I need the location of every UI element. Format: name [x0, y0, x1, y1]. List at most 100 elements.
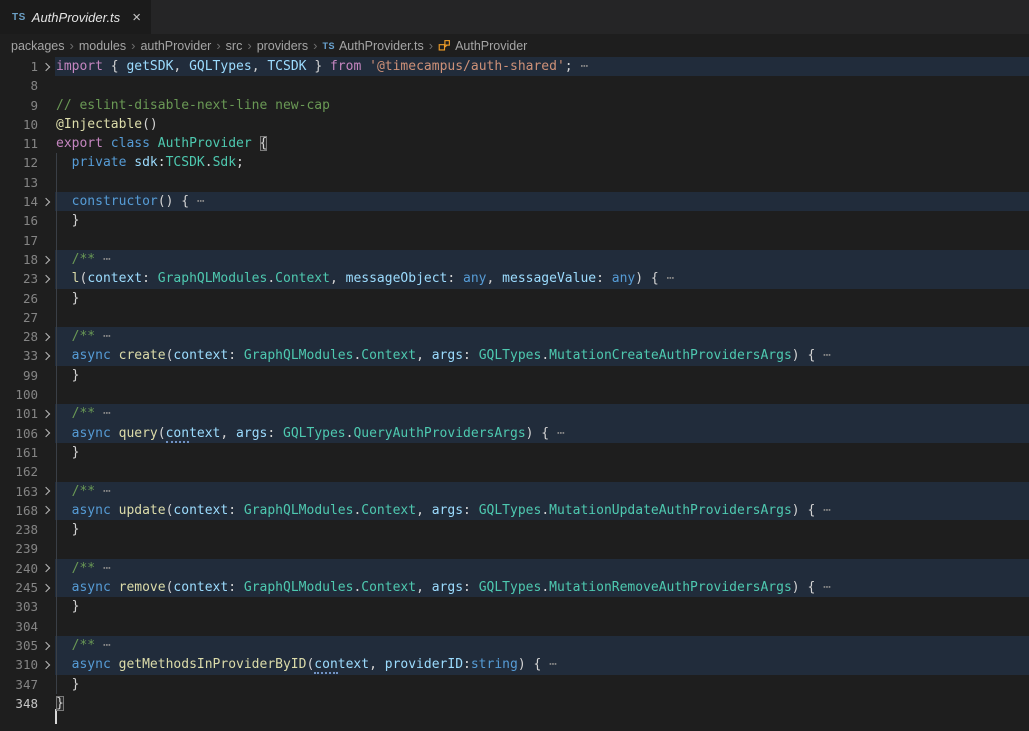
code-text[interactable]: async getMethodsInProviderByID(context, …: [55, 655, 1029, 674]
code-text[interactable]: [55, 539, 1029, 558]
code-line-11[interactable]: 11 export class AuthProvider {: [0, 134, 1029, 153]
line-number[interactable]: 239: [0, 539, 38, 558]
line-number[interactable]: 245: [0, 578, 38, 597]
code-line-303[interactable]: 303 }: [0, 597, 1029, 616]
line-number[interactable]: 310: [0, 655, 38, 674]
code-text[interactable]: constructor() { ⋯: [55, 192, 1029, 211]
code-line-168[interactable]: 168 async update(context: GraphQLModules…: [0, 501, 1029, 520]
code-line-16[interactable]: 16 }: [0, 211, 1029, 230]
breadcrumb-item-packages[interactable]: packages: [11, 39, 65, 53]
line-number[interactable]: 16: [0, 211, 38, 230]
code-line-26[interactable]: 26 }: [0, 289, 1029, 308]
fold-chevron-icon[interactable]: [38, 501, 55, 520]
code-text[interactable]: }: [55, 597, 1029, 616]
code-text[interactable]: /** ⋯: [55, 327, 1029, 346]
line-number[interactable]: 26: [0, 289, 38, 308]
code-line-161[interactable]: 161 }: [0, 443, 1029, 462]
code-text[interactable]: [55, 173, 1029, 192]
code-line-245[interactable]: 245 async remove(context: GraphQLModules…: [0, 578, 1029, 597]
code-line-238[interactable]: 238 }: [0, 520, 1029, 539]
code-text[interactable]: // eslint-disable-next-line new-cap: [55, 96, 1029, 115]
code-text[interactable]: /** ⋯: [55, 250, 1029, 269]
breadcrumb-item-providers[interactable]: providers: [257, 39, 308, 53]
line-number[interactable]: 162: [0, 462, 38, 481]
code-text[interactable]: l(context: GraphQLModules.Context, messa…: [55, 269, 1029, 288]
fold-chevron-icon[interactable]: [38, 482, 55, 501]
line-number[interactable]: 23: [0, 269, 38, 288]
code-text[interactable]: }: [55, 289, 1029, 308]
tab-close-icon[interactable]: ×: [132, 10, 141, 25]
fold-chevron-icon[interactable]: [38, 57, 55, 76]
code-text[interactable]: async query(context, args: GQLTypes.Quer…: [55, 424, 1029, 443]
code-text[interactable]: private sdk:TCSDK.Sdk;: [55, 153, 1029, 172]
code-text[interactable]: [55, 462, 1029, 481]
line-number[interactable]: 240: [0, 559, 38, 578]
code-line-17[interactable]: 17: [0, 231, 1029, 250]
fold-chevron-icon[interactable]: [38, 578, 55, 597]
line-number[interactable]: 27: [0, 308, 38, 327]
line-number[interactable]: 303: [0, 597, 38, 616]
line-number[interactable]: 33: [0, 346, 38, 365]
code-line-33[interactable]: 33 async create(context: GraphQLModules.…: [0, 346, 1029, 365]
code-line-163[interactable]: 163 /** ⋯: [0, 482, 1029, 501]
line-number[interactable]: 106: [0, 424, 38, 443]
fold-chevron-icon[interactable]: [38, 636, 55, 655]
code-text[interactable]: }: [55, 520, 1029, 539]
code-line-10[interactable]: 10 @Injectable(): [0, 115, 1029, 134]
code-line-1[interactable]: 1 import { getSDK, GQLTypes, TCSDK } from…: [0, 57, 1029, 76]
line-number[interactable]: 1: [0, 57, 38, 76]
code-text[interactable]: /** ⋯: [55, 404, 1029, 423]
breadcrumb-item-authprovider[interactable]: AuthProvider: [438, 39, 527, 53]
code-line-162[interactable]: 162: [0, 462, 1029, 481]
code-line-8[interactable]: 8: [0, 76, 1029, 95]
code-text[interactable]: [55, 76, 1029, 95]
code-line-310[interactable]: 310 async getMethodsInProviderByID(conte…: [0, 655, 1029, 674]
code-line-101[interactable]: 101 /** ⋯: [0, 404, 1029, 423]
code-line-106[interactable]: 106 async query(context, args: GQLTypes.…: [0, 424, 1029, 443]
line-number[interactable]: 10: [0, 115, 38, 134]
line-number[interactable]: 304: [0, 617, 38, 636]
tab-authprovider[interactable]: TS AuthProvider.ts ×: [0, 0, 151, 34]
line-number[interactable]: 9: [0, 96, 38, 115]
code-line-28[interactable]: 28 /** ⋯: [0, 327, 1029, 346]
code-text[interactable]: [55, 308, 1029, 327]
code-line-99[interactable]: 99 }: [0, 366, 1029, 385]
code-text[interactable]: async remove(context: GraphQLModules.Con…: [55, 578, 1029, 597]
code-text[interactable]: async create(context: GraphQLModules.Con…: [55, 346, 1029, 365]
fold-chevron-icon[interactable]: [38, 559, 55, 578]
code-line-14[interactable]: 14 constructor() { ⋯: [0, 192, 1029, 211]
line-number[interactable]: 14: [0, 192, 38, 211]
code-text[interactable]: export class AuthProvider {: [55, 134, 1029, 153]
line-number[interactable]: 8: [0, 76, 38, 95]
fold-chevron-icon[interactable]: [38, 327, 55, 346]
line-number[interactable]: 305: [0, 636, 38, 655]
line-number[interactable]: 238: [0, 520, 38, 539]
code-line-13[interactable]: 13: [0, 173, 1029, 192]
line-number[interactable]: 11: [0, 134, 38, 153]
code-text[interactable]: import { getSDK, GQLTypes, TCSDK } from …: [55, 57, 1029, 76]
code-text[interactable]: /** ⋯: [55, 482, 1029, 501]
code-text[interactable]: @Injectable(): [55, 115, 1029, 134]
line-number[interactable]: 100: [0, 385, 38, 404]
code-line-348[interactable]: 348}: [0, 694, 1029, 713]
line-number[interactable]: 12: [0, 153, 38, 172]
fold-chevron-icon[interactable]: [38, 424, 55, 443]
code-text[interactable]: [55, 385, 1029, 404]
code-text[interactable]: [55, 231, 1029, 250]
line-number[interactable]: 161: [0, 443, 38, 462]
line-number[interactable]: 99: [0, 366, 38, 385]
fold-chevron-icon[interactable]: [38, 192, 55, 211]
line-number[interactable]: 348: [0, 694, 38, 713]
code-line-305[interactable]: 305 /** ⋯: [0, 636, 1029, 655]
code-line-27[interactable]: 27: [0, 308, 1029, 327]
line-number[interactable]: 28: [0, 327, 38, 346]
code-line-304[interactable]: 304: [0, 617, 1029, 636]
code-line-347[interactable]: 347 }: [0, 675, 1029, 694]
line-number[interactable]: 101: [0, 404, 38, 423]
line-number[interactable]: 17: [0, 231, 38, 250]
code-line-18[interactable]: 18 /** ⋯: [0, 250, 1029, 269]
code-text[interactable]: }: [55, 675, 1029, 694]
breadcrumb-item-authprovider-ts[interactable]: TSAuthProvider.ts: [322, 39, 423, 53]
code-line-12[interactable]: 12 private sdk:TCSDK.Sdk;: [0, 153, 1029, 172]
code-line-239[interactable]: 239: [0, 539, 1029, 558]
